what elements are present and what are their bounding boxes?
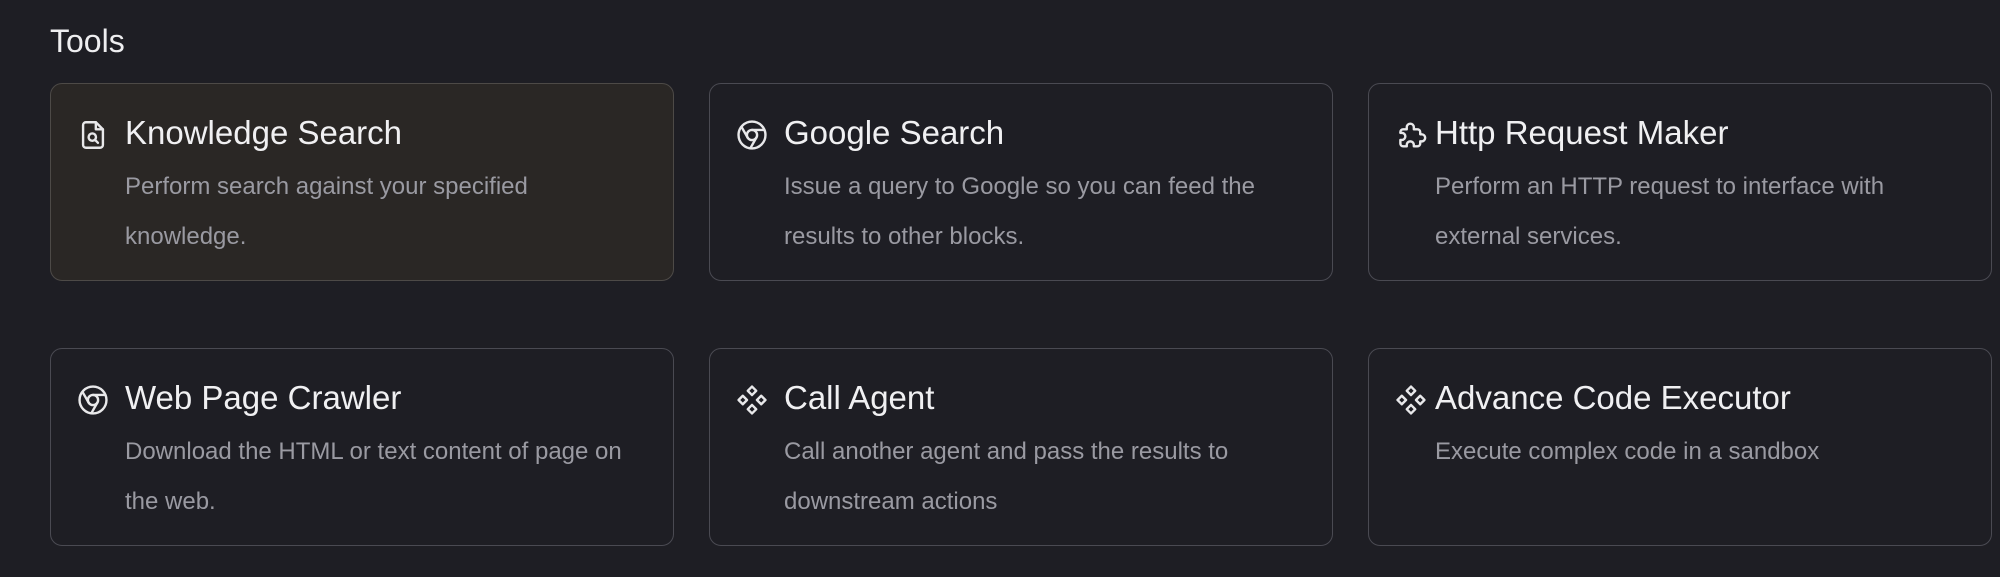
tool-title: Call Agent [784, 379, 935, 416]
tool-title: Http Request Maker [1435, 114, 1729, 151]
tools-grid: Knowledge Search Perform search against … [50, 83, 1992, 546]
tool-card-web-page-crawler[interactable]: Web Page Crawler Download the HTML or te… [50, 348, 674, 546]
tool-card-knowledge-search[interactable]: Knowledge Search Perform search against … [50, 83, 674, 281]
document-search-icon [76, 118, 110, 152]
tool-description: Issue a query to Google so you can feed … [784, 173, 1255, 250]
section-title: Tools [50, 23, 125, 59]
tool-card-http-request-maker[interactable]: Http Request Maker Perform an HTTP reque… [1368, 83, 1992, 281]
diamond-cluster-icon [1394, 383, 1428, 417]
tool-description: Download the HTML or text content of pag… [125, 438, 622, 515]
tool-title: Web Page Crawler [125, 379, 402, 416]
tool-description: Perform search against your specified kn… [125, 173, 528, 250]
tool-title: Knowledge Search [125, 114, 403, 151]
diamond-cluster-icon [735, 383, 769, 417]
tool-title: Advance Code Executor [1435, 379, 1791, 416]
tool-card-call-agent[interactable]: Call Agent Call another agent and pass t… [709, 348, 1333, 546]
chrome-icon [76, 383, 110, 417]
tool-description: Call another agent and pass the results … [784, 438, 1229, 515]
tool-card-advance-code-executor[interactable]: Advance Code Executor Execute complex co… [1368, 348, 1992, 546]
tool-description: Perform an HTTP request to interface wit… [1435, 173, 1885, 250]
tool-description: Execute complex code in a sandbox [1435, 438, 1820, 465]
chrome-icon [735, 118, 769, 152]
api-icon [1394, 118, 1428, 152]
tool-card-google-search[interactable]: Google Search Issue a query to Google so… [709, 83, 1333, 281]
tool-title: Google Search [784, 114, 1005, 151]
